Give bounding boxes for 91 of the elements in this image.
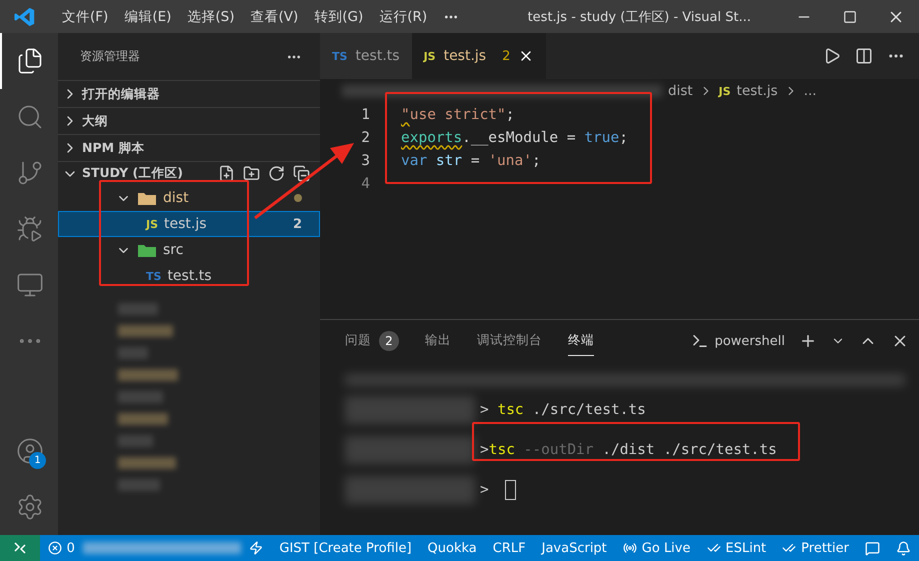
folder-item[interactable]: dist bbox=[58, 185, 320, 211]
code-line: var str = 'una'; bbox=[401, 152, 541, 168]
folder-icon bbox=[137, 190, 157, 206]
settings-icon[interactable] bbox=[16, 493, 44, 521]
run-icon[interactable] bbox=[823, 47, 841, 65]
menu-item[interactable]: 文件(F) bbox=[54, 8, 116, 26]
add-icon[interactable] bbox=[799, 332, 817, 350]
file-name: dist bbox=[163, 190, 189, 206]
panel-tab[interactable]: 输出 bbox=[425, 326, 451, 356]
folder-item[interactable]: src bbox=[58, 237, 320, 263]
terminal-line: >tsc --outDir ./dist ./src/test.ts bbox=[480, 442, 777, 458]
blurred-area bbox=[118, 479, 160, 491]
blurred-area bbox=[118, 457, 176, 469]
workspace-header[interactable]: STUDY (工作区) bbox=[82, 165, 183, 182]
editor-tab[interactable]: JS test.js 2 bbox=[412, 33, 546, 79]
file-type-icon: TS bbox=[146, 270, 162, 282]
blurred-area bbox=[118, 391, 163, 403]
file-type-icon: JS bbox=[146, 218, 158, 230]
terminal-icon bbox=[690, 332, 709, 350]
status-item[interactable]: ESLint bbox=[698, 540, 774, 556]
lightning-icon bbox=[249, 541, 264, 555]
section-header[interactable]: 大纲 bbox=[82, 112, 108, 130]
blurred-area bbox=[118, 325, 173, 337]
panel-tab[interactable]: 调试控制台 bbox=[477, 326, 542, 356]
remote-button[interactable] bbox=[0, 535, 40, 561]
maximize-icon[interactable] bbox=[843, 10, 857, 24]
blurred-area bbox=[118, 347, 148, 359]
refresh-icon[interactable] bbox=[268, 165, 285, 182]
terminal-selector[interactable]: powershell bbox=[714, 334, 785, 348]
breadcrumb-item[interactable]: test.js bbox=[736, 83, 778, 99]
menu-item[interactable]: 选择(S) bbox=[179, 8, 242, 26]
menu-item[interactable]: 查看(V) bbox=[242, 8, 306, 26]
file-name: test.js bbox=[164, 216, 207, 232]
sidebar-title: 资源管理器 bbox=[80, 48, 140, 65]
account-icon[interactable] bbox=[16, 437, 44, 465]
line-number: 2 bbox=[360, 130, 371, 146]
section-header[interactable]: NPM 脚本 bbox=[82, 140, 144, 156]
line-number: 1 bbox=[360, 106, 371, 122]
notification-badge: 1 bbox=[29, 452, 46, 469]
code-line: "use strict"; bbox=[401, 106, 514, 122]
blurred-area bbox=[118, 369, 178, 381]
breadcrumb-item[interactable]: dist bbox=[668, 83, 693, 99]
modified-dot bbox=[294, 194, 302, 202]
remote-icon bbox=[12, 541, 27, 555]
search-icon[interactable] bbox=[16, 103, 44, 131]
breadcrumb-item[interactable]: ... bbox=[804, 83, 817, 99]
blurred-area bbox=[118, 303, 158, 315]
line-number: 4 bbox=[360, 176, 371, 192]
file-type-icon: JS bbox=[718, 84, 731, 98]
menu-item[interactable]: 运行(R) bbox=[371, 8, 436, 26]
terminal-line: > bbox=[480, 482, 490, 498]
panel-tab[interactable]: 终端 bbox=[568, 326, 594, 356]
panel-tab[interactable]: 问题 2 bbox=[345, 324, 399, 358]
status-item[interactable]: Go Live bbox=[614, 540, 698, 556]
status-item[interactable]: Prettier bbox=[774, 540, 857, 556]
line-number: 3 bbox=[360, 152, 371, 168]
files-icon[interactable] bbox=[16, 47, 44, 75]
status-item[interactable]: JavaScript bbox=[534, 540, 615, 556]
terminal-line: > tsc ./src/test.ts bbox=[480, 402, 646, 418]
status-item[interactable]: Quokka bbox=[420, 540, 485, 556]
file-name: src bbox=[163, 242, 184, 258]
editor-tab[interactable]: TS test.ts bbox=[320, 33, 412, 79]
problem-count: 2 bbox=[292, 216, 302, 232]
new-folder-icon[interactable] bbox=[243, 165, 260, 182]
menu-item[interactable]: 编辑(E) bbox=[116, 8, 180, 26]
branch-icon[interactable] bbox=[16, 159, 44, 187]
new-file-icon[interactable] bbox=[218, 165, 235, 182]
collapse-icon[interactable] bbox=[293, 165, 310, 182]
double-check-icon bbox=[782, 541, 796, 555]
menu-item[interactable]: 转到(G) bbox=[306, 8, 372, 26]
status-item[interactable]: 0 bbox=[40, 540, 83, 556]
folder-icon bbox=[137, 242, 157, 258]
blurred-area bbox=[118, 435, 153, 447]
code-line: exports.__esModule = true; bbox=[401, 130, 628, 146]
bell-icon bbox=[896, 540, 911, 556]
app-logo-icon bbox=[14, 6, 36, 28]
broadcast-icon bbox=[622, 541, 637, 555]
blurred-area bbox=[118, 413, 168, 425]
file-item[interactable]: JS test.js 2 bbox=[58, 211, 320, 237]
window-title: test.js - study (工作区) - Visual St... bbox=[526, 8, 752, 26]
error-icon bbox=[48, 541, 62, 555]
double-check-icon bbox=[706, 541, 720, 555]
feedback-icon bbox=[865, 540, 880, 556]
bug-play-icon[interactable] bbox=[16, 215, 44, 243]
file-item[interactable]: TS test.ts bbox=[58, 263, 320, 289]
monitor-icon[interactable] bbox=[16, 271, 44, 299]
status-item[interactable]: GIST [Create Profile] bbox=[271, 540, 420, 556]
status-item[interactable]: CRLF bbox=[484, 540, 534, 556]
file-name: test.ts bbox=[167, 268, 212, 284]
section-header[interactable]: 打开的编辑器 bbox=[82, 86, 160, 102]
split-editor-icon[interactable] bbox=[855, 47, 873, 65]
